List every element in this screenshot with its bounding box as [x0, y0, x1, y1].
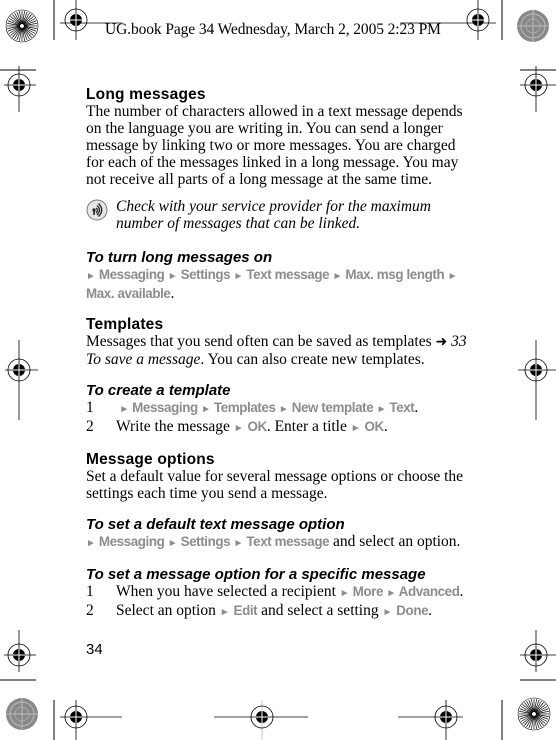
print-slug: UG.book Page 34 Wednesday, March 2, 2005… — [105, 21, 441, 38]
long-messages-body: The number of characters allowed in a te… — [86, 103, 468, 188]
menu-arrow-icon: ► — [278, 404, 289, 415]
menu-arrow-icon: ► — [376, 404, 387, 415]
menu-arrow-icon: ► — [219, 607, 230, 618]
registration-mark — [60, 700, 122, 740]
menu-item[interactable]: Messaging — [99, 267, 165, 282]
menu-arrow-icon: ► — [233, 423, 244, 434]
menu-arrow-icon: ► — [350, 423, 361, 434]
menu-item[interactable]: Messaging — [132, 400, 198, 415]
menu-arrow-icon: ► — [233, 538, 244, 549]
step-number: 2 — [86, 602, 94, 619]
gray-target-top-right — [517, 10, 549, 42]
menu-item[interactable]: Templates — [214, 400, 276, 415]
step-1: 1 ► Messaging ► Templates ► New template… — [86, 399, 419, 416]
reference-title[interactable]: To save a message — [86, 351, 200, 368]
body-line: message by linking two or more messages.… — [86, 137, 456, 154]
menu-arrow-icon: ► — [382, 607, 393, 618]
menu-item[interactable]: Text — [389, 400, 414, 415]
menu-arrow-icon: ► — [167, 538, 178, 549]
note-line: number of messages that can be linked. — [116, 215, 361, 232]
terminal-period: . — [170, 285, 175, 302]
arrow-ref-icon: ➜ — [435, 335, 448, 350]
heading-message-options: Message options — [86, 451, 215, 468]
softkey-ok[interactable]: OK — [248, 419, 268, 434]
registration-mark — [520, 66, 556, 112]
menu-arrow-icon: ► — [201, 404, 211, 415]
body-line: on the language you are writing in. You … — [86, 120, 443, 137]
menu-item[interactable]: Text message — [246, 267, 329, 282]
menu-arrow-icon: ► — [167, 271, 178, 282]
step-number: 1 — [86, 583, 94, 600]
page-content: Long messages The number of characters a… — [86, 86, 468, 621]
menu-arrow-icon: ► — [332, 271, 342, 282]
page-number: 34 — [86, 641, 103, 658]
step-number: 2 — [86, 418, 94, 435]
menu-path-long-messages: ► Messaging ► Settings ► Text message ► … — [86, 266, 468, 302]
body-line: not receive all parts of a long message … — [86, 171, 433, 188]
registration-mark — [5, 340, 38, 420]
menu-path-line: ► Messaging ► Settings ► Text message ► … — [86, 267, 457, 282]
registration-mark — [214, 700, 308, 740]
menu-arrow-icon: ► — [386, 588, 396, 599]
heading-create-template: To create a template — [86, 382, 231, 399]
menu-arrow-icon: ► — [233, 271, 244, 282]
menu-arrow-icon: ► — [86, 271, 96, 282]
registration-mark — [4, 630, 36, 672]
operator-note: Check with your service provider for the… — [86, 198, 468, 232]
step-2: 2 Write the message ► OK. Enter a title ►… — [86, 418, 388, 435]
heading-templates: Templates — [86, 316, 164, 333]
menu-item[interactable]: Messaging — [99, 534, 165, 549]
star-target-top-left — [5, 9, 39, 43]
registration-mark — [4, 66, 36, 112]
templates-body: Messages that you send often can be save… — [86, 333, 467, 368]
step-number: 1 — [86, 399, 94, 416]
menu-item[interactable]: Text message — [246, 534, 329, 549]
step-1: 1 When you have selected a recipient ► Mo… — [86, 583, 464, 600]
operator-note-icon — [86, 199, 108, 221]
body-line: The number of characters allowed in a te… — [86, 103, 463, 120]
menu-item[interactable]: More — [353, 584, 384, 599]
softkey-ok[interactable]: OK — [365, 419, 385, 434]
menu-item[interactable]: Settings — [181, 534, 231, 549]
menu-item[interactable]: Settings — [181, 267, 231, 282]
registration-mark — [520, 630, 556, 672]
menu-item[interactable]: Max. available — [86, 286, 171, 301]
page-reference[interactable]: 33 — [451, 333, 467, 350]
softkey-done[interactable]: Done — [396, 603, 428, 618]
note-line: Check with your service provider for the… — [116, 198, 431, 215]
body-line: for each of the messages linked in a lon… — [86, 154, 459, 171]
menu-arrow-icon: ► — [86, 538, 96, 549]
registration-mark — [518, 340, 556, 420]
heading-default-option: To set a default text message option — [86, 516, 345, 533]
heading-specific-option: To set a message option for a specific m… — [86, 566, 426, 583]
heading-turn-long-messages-on: To turn long messages on — [86, 249, 273, 266]
message-options-body: Set a default value for several message … — [86, 468, 464, 502]
heading-long-messages: Long messages — [86, 86, 206, 103]
step-2: 2 Select an option ► Edit and select a se… — [86, 602, 433, 619]
star-target-bottom-right — [517, 697, 551, 731]
menu-path-default-option: ► Messaging ► Settings ► Text message an… — [86, 533, 461, 550]
registration-mark — [398, 700, 463, 740]
menu-item[interactable]: Advanced — [399, 584, 460, 599]
menu-arrow-icon: ► — [119, 404, 129, 415]
softkey-edit[interactable]: Edit — [234, 603, 258, 618]
menu-item[interactable]: Max. msg length — [345, 267, 444, 282]
menu-arrow-icon: ► — [447, 271, 458, 282]
gray-target-bottom-left — [6, 698, 38, 730]
menu-item[interactable]: New template — [292, 400, 374, 415]
menu-arrow-icon: ► — [339, 588, 350, 599]
